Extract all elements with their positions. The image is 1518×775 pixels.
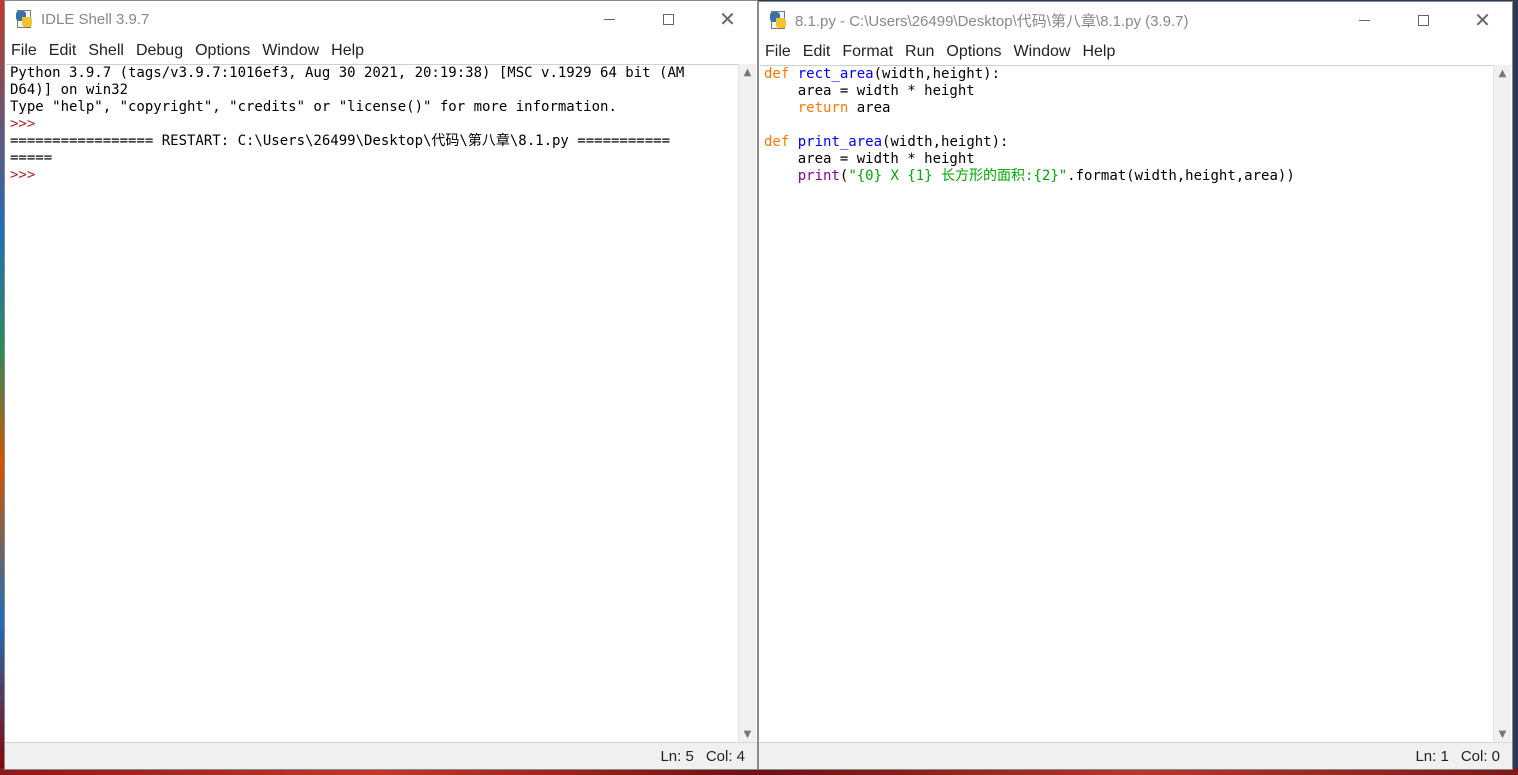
function-name-token: print_area	[797, 134, 883, 150]
menu-edit[interactable]: Edit	[797, 43, 837, 61]
shell-statusbar: Ln: 5 Col: 4	[5, 742, 757, 769]
scroll-down-icon[interactable]: ▼	[739, 726, 756, 743]
menu-debug[interactable]: Debug	[130, 42, 189, 60]
menu-edit[interactable]: Edit	[43, 42, 83, 60]
menu-run[interactable]: Run	[899, 43, 940, 61]
menu-file[interactable]: File	[5, 42, 43, 60]
shell-prompt[interactable]: >>>	[6, 167, 739, 184]
shell-line: =====	[10, 150, 53, 166]
minimize-icon	[604, 18, 615, 20]
menu-format[interactable]: Format	[836, 43, 899, 61]
editor-titlebar[interactable]: 8.1.py - C:\Users\26499\Desktop\代码\第八章\8…	[759, 2, 1512, 38]
keyword-token: def	[764, 134, 790, 150]
editor-scrollbar[interactable]: ▲ ▼	[1493, 65, 1511, 743]
code-token: area	[848, 100, 891, 116]
builtin-token: print	[797, 168, 840, 184]
menu-options[interactable]: Options	[940, 43, 1007, 61]
indent-token	[764, 100, 798, 116]
close-button[interactable]: ✕	[698, 1, 757, 37]
code-line: return area	[760, 100, 1494, 117]
line-number-status: Ln: 1	[1415, 747, 1449, 765]
editor-statusbar: Ln: 1 Col: 0	[759, 742, 1512, 769]
shell-line: D64)] on win32	[10, 82, 129, 98]
column-number-status: Col: 4	[705, 747, 745, 765]
keyword-token: return	[797, 100, 849, 116]
menu-window[interactable]: Window	[1008, 43, 1077, 61]
line-number-status: Ln: 5	[660, 747, 694, 765]
minimize-button[interactable]	[580, 1, 639, 37]
code-token: (width,height):	[873, 66, 1001, 82]
shell-titlebar[interactable]: IDLE Shell 3.9.7 ✕	[5, 1, 757, 37]
code-token: .format(width,height,area))	[1067, 168, 1295, 184]
menu-window[interactable]: Window	[256, 42, 325, 60]
shell-prompt: >>>	[10, 116, 44, 132]
code-line: print("{0} X {1} 长方形的面积:{2}".format(widt…	[760, 168, 1494, 185]
editor-menubar: File Edit Format Run Options Window Help	[759, 39, 1512, 64]
scroll-up-icon[interactable]: ▲	[739, 64, 756, 81]
shell-line: Type "help", "copyright", "credits" or "…	[10, 99, 617, 115]
scroll-up-icon[interactable]: ▲	[1494, 65, 1511, 82]
menu-shell[interactable]: Shell	[82, 42, 130, 60]
shell-line: Python 3.9.7 (tags/v3.9.7:1016ef3, Aug 3…	[10, 65, 685, 81]
function-name-token: rect_area	[797, 66, 874, 82]
maximize-icon	[663, 13, 674, 25]
indent-token	[764, 168, 798, 184]
editor-window[interactable]: 8.1.py - C:\Users\26499\Desktop\代码\第八章\8…	[758, 1, 1513, 770]
python-file-icon	[15, 10, 33, 28]
shell-output-area[interactable]: Python 3.9.7 (tags/v3.9.7:1016ef3, Aug 3…	[6, 64, 739, 743]
minimize-icon	[1359, 19, 1370, 21]
menu-file[interactable]: File	[759, 43, 797, 61]
code-line: def rect_area(width,height):	[760, 66, 1494, 83]
close-icon: ✕	[1474, 8, 1491, 32]
idle-shell-window[interactable]: IDLE Shell 3.9.7 ✕ File Edit Shell Debug…	[4, 0, 758, 770]
menu-help[interactable]: Help	[1076, 43, 1121, 61]
code-token: (width,height):	[882, 134, 1009, 150]
keyword-token: def	[764, 66, 790, 82]
code-line: area = width * height	[764, 151, 975, 167]
maximize-icon	[1418, 14, 1429, 26]
code-line: area = width * height	[764, 83, 975, 99]
shell-window-title: IDLE Shell 3.9.7	[41, 10, 150, 28]
menu-options[interactable]: Options	[189, 42, 256, 60]
column-number-status: Col: 0	[1460, 747, 1500, 765]
python-file-icon	[769, 11, 787, 29]
shell-scrollbar[interactable]: ▲ ▼	[738, 64, 756, 743]
close-icon: ✕	[719, 7, 736, 31]
string-token: "{0} X {1} 长方形的面积:{2}"	[848, 168, 1068, 184]
scroll-down-icon[interactable]: ▼	[1494, 726, 1511, 743]
maximize-button[interactable]	[1394, 2, 1453, 38]
editor-window-title: 8.1.py - C:\Users\26499\Desktop\代码\第八章\8…	[795, 12, 1189, 30]
close-button[interactable]: ✕	[1453, 2, 1512, 38]
minimize-button[interactable]	[1335, 2, 1394, 38]
maximize-button[interactable]	[639, 1, 698, 37]
code-editor-area[interactable]: def rect_area(width,height): area = widt…	[760, 65, 1494, 743]
code-line: def print_area(width,height):	[760, 134, 1494, 151]
shell-menubar: File Edit Shell Debug Options Window Hel…	[5, 38, 757, 63]
menu-help[interactable]: Help	[325, 42, 370, 60]
shell-line: ================= RESTART: C:\Users\2649…	[10, 133, 671, 149]
